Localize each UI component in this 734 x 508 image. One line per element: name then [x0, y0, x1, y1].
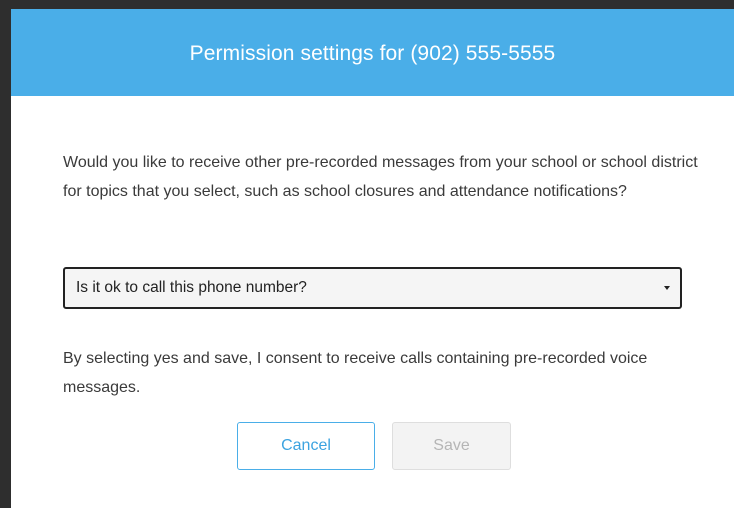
permission-dialog: Permission settings for (902) 555-5555 W… [11, 9, 734, 508]
caret-down-icon [664, 286, 670, 290]
background-edge-left [0, 0, 11, 508]
consent-text: By selecting yes and save, I consent to … [63, 350, 648, 396]
save-button[interactable]: Save [392, 422, 511, 470]
dialog-header: Permission settings for (902) 555-5555 [11, 9, 734, 96]
intro-text: Would you like to receive other pre-reco… [63, 154, 698, 200]
background-edge-top [0, 0, 734, 9]
cancel-button[interactable]: Cancel [237, 422, 375, 470]
select-selected-value: Is it ok to call this phone number? [76, 279, 307, 296]
call-permission-select[interactable]: Is it ok to call this phone number? [63, 267, 682, 309]
window-frame: Permission settings for (902) 555-5555 W… [0, 0, 734, 508]
dialog-title: Permission settings for (902) 555-5555 [189, 41, 556, 65]
